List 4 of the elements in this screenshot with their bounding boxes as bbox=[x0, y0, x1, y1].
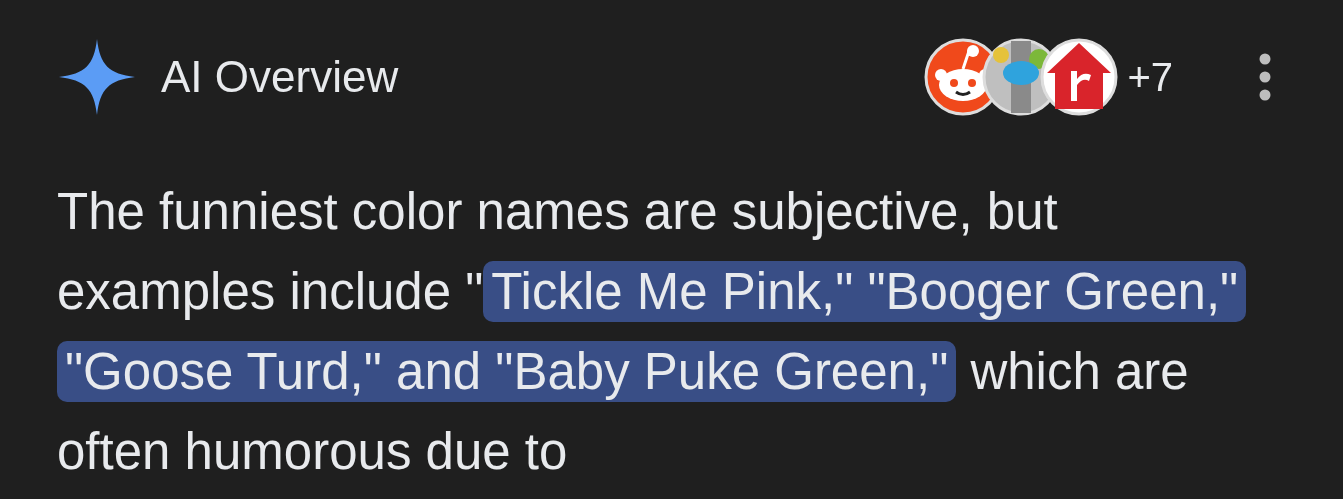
source-count[interactable]: +7 bbox=[1127, 54, 1173, 100]
overview-title: AI Overview bbox=[161, 52, 399, 102]
overview-paragraph: The funniest color names are subjective, but examples include "Tickle Me Pink," "Booger Green," "Goose Turd," and "Baby Puke Green," which are often humorous due to bbox=[57, 172, 1257, 492]
source-avatars-drawing[interactable] bbox=[923, 37, 1120, 117]
